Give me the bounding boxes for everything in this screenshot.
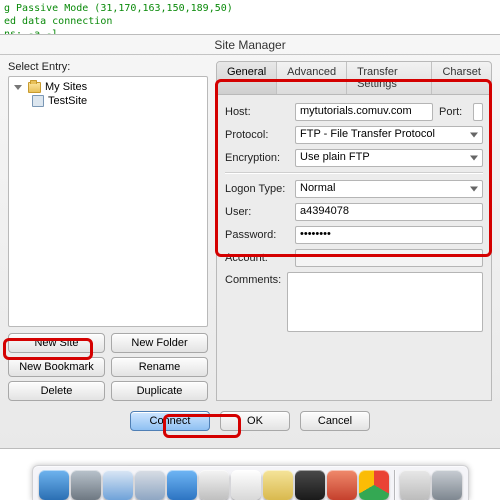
tab-general[interactable]: General xyxy=(217,62,277,94)
new-site-button[interactable]: New Site xyxy=(8,333,105,353)
folder-icon xyxy=(28,82,41,93)
itunes-app-icon[interactable] xyxy=(135,470,165,500)
select-entry-label: Select Entry: xyxy=(8,61,208,73)
protocol-select[interactable]: FTP - File Transfer Protocol xyxy=(295,126,483,144)
general-panel: Host: mytutorials.comuv.com Port: Protoc… xyxy=(216,95,492,401)
tab-advanced[interactable]: Advanced xyxy=(277,62,347,94)
password-label: Password: xyxy=(225,229,289,241)
site-manager-window: Site Manager Select Entry: My Sites Test… xyxy=(0,34,500,449)
notes-app-icon[interactable] xyxy=(263,470,293,500)
duplicate-button[interactable]: Duplicate xyxy=(111,381,208,401)
password-input[interactable]: •••••••• xyxy=(295,226,483,244)
account-input xyxy=(295,249,483,267)
delete-button[interactable]: Delete xyxy=(8,381,105,401)
mail-app-icon[interactable] xyxy=(71,470,101,500)
comments-label: Comments: xyxy=(225,272,281,286)
host-label: Host: xyxy=(225,106,289,118)
settings-app-icon[interactable] xyxy=(432,470,462,500)
tab-charset[interactable]: Charset xyxy=(432,62,491,94)
generic-app-icon[interactable] xyxy=(400,470,430,500)
logon-type-select[interactable]: Normal xyxy=(295,180,483,198)
window-title: Site Manager xyxy=(214,38,285,52)
tab-transfer-settings[interactable]: Transfer Settings xyxy=(347,62,432,94)
encryption-select[interactable]: Use plain FTP xyxy=(295,149,483,167)
finder-app-icon[interactable] xyxy=(39,470,69,500)
safari-app-icon[interactable] xyxy=(103,470,133,500)
disclosure-triangle-icon[interactable] xyxy=(14,85,22,90)
dialog-buttons: Connect OK Cancel xyxy=(0,405,500,439)
user-input[interactable]: a4394078 xyxy=(295,203,483,221)
macos-dock-area xyxy=(0,452,500,500)
protocol-label: Protocol: xyxy=(225,129,289,141)
new-bookmark-button[interactable]: New Bookmark xyxy=(8,357,105,377)
ok-button[interactable]: OK xyxy=(220,411,290,431)
app-store-icon[interactable] xyxy=(167,470,197,500)
tree-item-testsite[interactable]: TestSite xyxy=(12,94,204,108)
rename-button[interactable]: Rename xyxy=(111,357,208,377)
tree-root-my-sites[interactable]: My Sites xyxy=(12,80,204,94)
cancel-button[interactable]: Cancel xyxy=(300,411,370,431)
preview-app-icon[interactable] xyxy=(199,470,229,500)
user-label: User: xyxy=(225,206,289,218)
macos-dock xyxy=(32,465,469,500)
encryption-label: Encryption: xyxy=(225,152,289,164)
new-folder-button[interactable]: New Folder xyxy=(111,333,208,353)
terminal-app-icon[interactable] xyxy=(295,470,325,500)
connect-button[interactable]: Connect xyxy=(130,411,210,431)
calendar-app-icon[interactable] xyxy=(231,470,261,500)
logon-type-label: Logon Type: xyxy=(225,183,289,195)
tree-root-label: My Sites xyxy=(45,81,87,93)
port-input[interactable] xyxy=(473,103,483,121)
port-label: Port: xyxy=(439,106,467,118)
site-tree[interactable]: My Sites TestSite xyxy=(8,76,208,327)
site-action-buttons: New Site New Folder New Bookmark Rename … xyxy=(8,333,208,401)
chrome-app-icon[interactable] xyxy=(359,470,389,500)
host-input[interactable]: mytutorials.comuv.com xyxy=(295,103,433,121)
photobooth-app-icon[interactable] xyxy=(327,470,357,500)
window-titlebar: Site Manager xyxy=(0,35,500,55)
server-icon xyxy=(32,95,44,107)
account-label: Account: xyxy=(225,252,289,264)
separator xyxy=(225,172,483,174)
config-tabs: General Advanced Transfer Settings Chars… xyxy=(216,61,492,95)
comments-textarea[interactable] xyxy=(287,272,483,332)
dock-divider xyxy=(394,470,395,500)
tree-item-label: TestSite xyxy=(48,95,87,107)
